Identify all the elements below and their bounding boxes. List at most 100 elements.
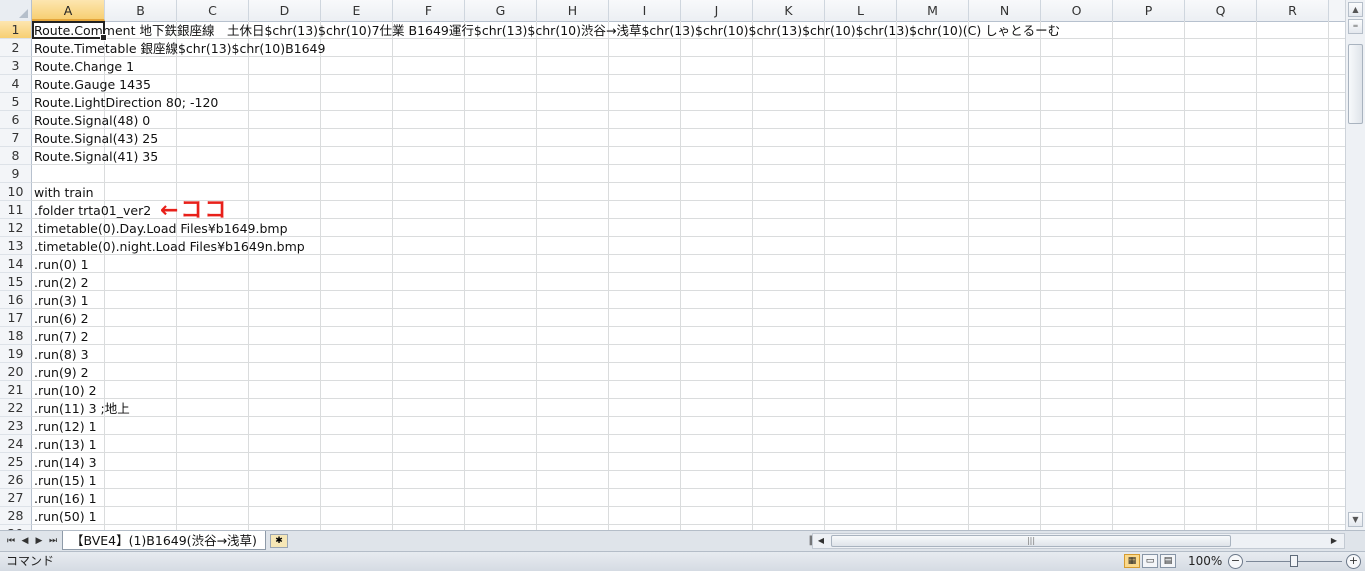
row-header[interactable]: 4 <box>0 75 32 93</box>
row-header[interactable]: 5 <box>0 93 32 111</box>
cell-a-text[interactable]: .run(0) 1 <box>34 255 89 273</box>
column-header-a[interactable]: A <box>32 0 105 21</box>
row-header[interactable]: 6 <box>0 111 32 129</box>
zoom-slider-thumb[interactable] <box>1290 555 1298 567</box>
cell-a-text[interactable]: with train <box>34 183 94 201</box>
cell-a-text[interactable]: .timetable(0).night.Load Files¥b1649n.bm… <box>34 237 305 255</box>
row-header[interactable]: 25 <box>0 453 32 471</box>
cell-a-text[interactable]: Route.Signal(41) 35 <box>34 147 158 165</box>
cell-a-text[interactable]: .run(12) 1 <box>34 417 97 435</box>
horizontal-scrollbar[interactable]: ◀ ||| ▶ <box>812 533 1345 549</box>
cell-a-text[interactable]: Route.LightDirection 80; -120 <box>34 93 218 111</box>
horizontal-scroll-thumb[interactable]: ||| <box>831 535 1231 547</box>
row-header[interactable]: 1 <box>0 21 32 39</box>
cell-a-text[interactable]: Route.Timetable 銀座線$chr(13)$chr(10)B1649 <box>34 39 325 57</box>
row-header[interactable]: 28 <box>0 507 32 525</box>
last-sheet-icon[interactable]: ⏭ <box>46 534 60 548</box>
cell-a-text[interactable]: .run(3) 1 <box>34 291 89 309</box>
cell-a-text[interactable]: .run(50) 1 <box>34 507 97 525</box>
row-header[interactable]: 2 <box>0 39 32 57</box>
row-header[interactable]: 26 <box>0 471 32 489</box>
row-header[interactable]: 23 <box>0 417 32 435</box>
status-mode: コマンド <box>6 554 55 568</box>
cell-a-text[interactable]: .run(11) 3 ;地上 <box>34 399 130 417</box>
normal-view-icon[interactable]: ▦ <box>1124 554 1140 568</box>
gridline-vertical <box>752 21 753 530</box>
zoom-level[interactable]: 100% <box>1188 552 1222 571</box>
first-sheet-icon[interactable]: ⏮ <box>4 534 18 548</box>
cell-a-text[interactable]: Route.Signal(48) 0 <box>34 111 150 129</box>
scroll-right-icon[interactable]: ▶ <box>1327 534 1341 548</box>
column-header-h[interactable]: H <box>537 0 609 21</box>
cell-a-text[interactable]: .run(7) 2 <box>34 327 89 345</box>
page-layout-icon[interactable]: ▭ <box>1142 554 1158 568</box>
cell-a-text[interactable]: Route.Gauge 1435 <box>34 75 151 93</box>
cell-a-text[interactable]: .run(2) 2 <box>34 273 89 291</box>
select-all-corner[interactable] <box>0 0 32 21</box>
worksheet-grid[interactable]: ABCDEFGHIJKLMNOPQR 1 2 3 4 5 6 7 8 9 10 11 12 13 14 15… <box>0 0 1345 530</box>
scroll-left-icon[interactable]: ◀ <box>814 534 828 548</box>
cell-a-text[interactable]: .run(10) 2 <box>34 381 97 399</box>
sheet-tab-active[interactable]: 【BVE4】(1)B1649(渋谷→浅草) <box>62 531 266 550</box>
row-header[interactable]: 7 <box>0 129 32 147</box>
column-header-r[interactable]: R <box>1257 0 1329 21</box>
row-header[interactable]: 19 <box>0 345 32 363</box>
row-header[interactable]: 11 <box>0 201 32 219</box>
column-header-q[interactable]: Q <box>1185 0 1257 21</box>
row-header[interactable]: 9 <box>0 165 32 183</box>
column-header-o[interactable]: O <box>1041 0 1113 21</box>
split-box-icon[interactable]: ═ <box>1348 19 1363 34</box>
row-header[interactable]: 13 <box>0 237 32 255</box>
next-sheet-icon[interactable]: ▶ <box>32 534 46 548</box>
column-header-k[interactable]: K <box>753 0 825 21</box>
row-header[interactable]: 10 <box>0 183 32 201</box>
column-header-g[interactable]: G <box>465 0 537 21</box>
cell-a-text[interactable]: .folder trta01_ver2 <box>34 201 151 219</box>
vertical-scrollbar[interactable]: ▲ ═ ▼ <box>1345 0 1365 530</box>
column-header-f[interactable]: F <box>393 0 465 21</box>
row-header[interactable]: 12 <box>0 219 32 237</box>
gridline-horizontal <box>32 272 1345 273</box>
cell-a-text[interactable]: .run(14) 3 <box>34 453 97 471</box>
column-header-m[interactable]: M <box>897 0 969 21</box>
cell-a-text[interactable]: .run(13) 1 <box>34 435 97 453</box>
column-header-b[interactable]: B <box>105 0 177 21</box>
cell-a-text[interactable]: .run(15) 1 <box>34 471 97 489</box>
vertical-scroll-thumb[interactable] <box>1348 44 1363 124</box>
row-header[interactable]: 3 <box>0 57 32 75</box>
row-header[interactable]: 24 <box>0 435 32 453</box>
cell-a-text[interactable]: .run(6) 2 <box>34 309 89 327</box>
row-header[interactable]: 15 <box>0 273 32 291</box>
scroll-up-icon[interactable]: ▲ <box>1348 2 1363 17</box>
column-header-j[interactable]: J <box>681 0 753 21</box>
zoom-in-icon[interactable]: + <box>1346 554 1361 569</box>
prev-sheet-icon[interactable]: ◀ <box>18 534 32 548</box>
scroll-down-icon[interactable]: ▼ <box>1348 512 1363 527</box>
column-header-c[interactable]: C <box>177 0 249 21</box>
cell-a-text[interactable]: Route.Change 1 <box>34 57 134 75</box>
zoom-out-icon[interactable]: − <box>1228 554 1243 569</box>
row-header[interactable]: 21 <box>0 381 32 399</box>
column-header-e[interactable]: E <box>321 0 393 21</box>
cell-a-text[interactable]: Route.Signal(43) 25 <box>34 129 158 147</box>
row-header[interactable]: 8 <box>0 147 32 165</box>
cell-a-text[interactable]: .run(16) 1 <box>34 489 97 507</box>
row-header[interactable]: 27 <box>0 489 32 507</box>
row-header[interactable]: 16 <box>0 291 32 309</box>
cell-a-text[interactable]: .run(8) 3 <box>34 345 89 363</box>
page-break-preview-icon[interactable]: ▤ <box>1160 554 1176 568</box>
cell-a-text[interactable]: Route.Comment 地下鉄銀座線 土休日$chr(13)$chr(10)… <box>34 21 1060 39</box>
row-header[interactable]: 20 <box>0 363 32 381</box>
row-header[interactable]: 17 <box>0 309 32 327</box>
column-header-p[interactable]: P <box>1113 0 1185 21</box>
row-header[interactable]: 18 <box>0 327 32 345</box>
column-header-n[interactable]: N <box>969 0 1041 21</box>
new-sheet-icon[interactable]: ✱ <box>270 534 288 548</box>
column-header-l[interactable]: L <box>825 0 897 21</box>
column-header-d[interactable]: D <box>249 0 321 21</box>
column-header-i[interactable]: I <box>609 0 681 21</box>
row-header[interactable]: 22 <box>0 399 32 417</box>
row-header[interactable]: 14 <box>0 255 32 273</box>
cell-a-text[interactable]: .run(9) 2 <box>34 363 89 381</box>
gridline-horizontal <box>32 128 1345 129</box>
